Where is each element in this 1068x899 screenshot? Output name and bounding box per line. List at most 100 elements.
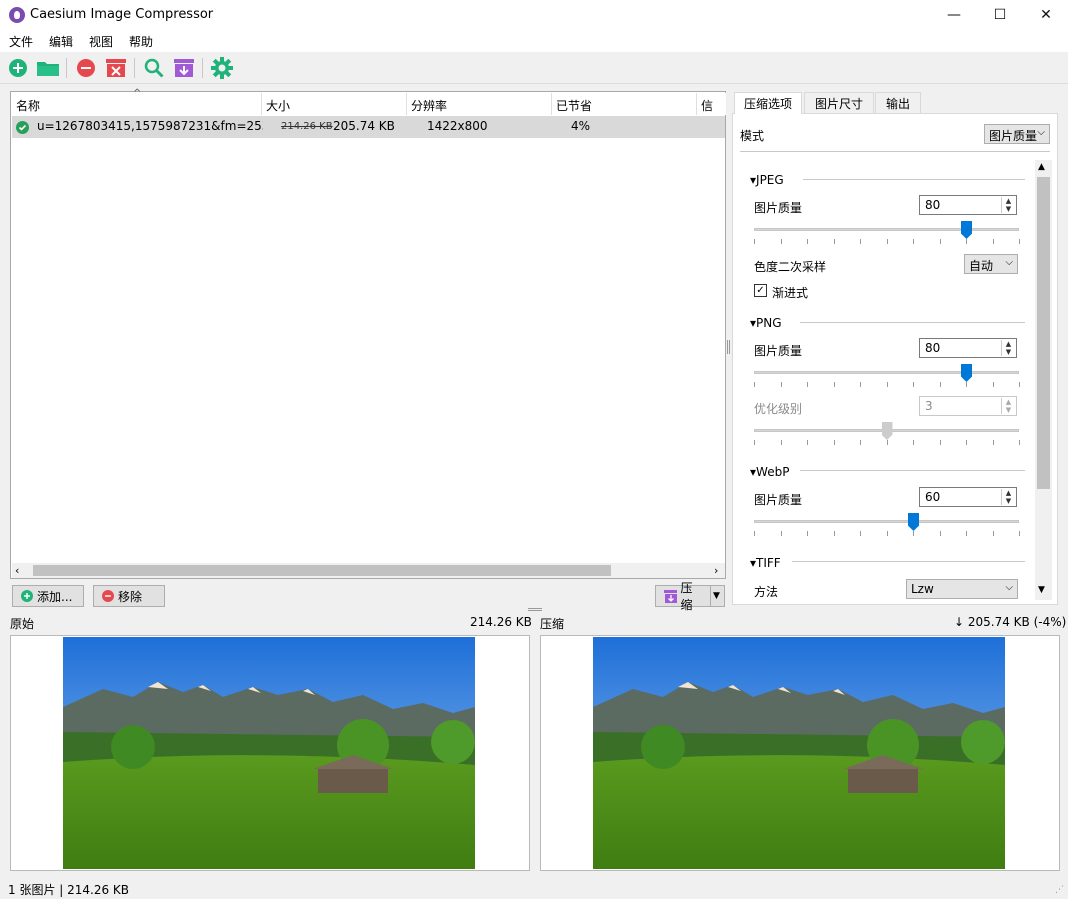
jpeg-quality-slider[interactable]	[754, 228, 1019, 231]
toolbar-separator	[134, 58, 135, 78]
column-header-saved[interactable]: 已节省	[552, 93, 697, 115]
scroll-right-icon[interactable]: ›	[714, 564, 718, 577]
spinner-arrows-icon[interactable]: ▲ ▼	[1001, 398, 1015, 414]
png-quality-spinbox[interactable]: 80 ▲ ▼	[919, 338, 1017, 358]
splitter-handle[interactable]	[528, 608, 542, 611]
success-check-icon	[16, 121, 29, 134]
spinner-arrows-icon[interactable]: ▲ ▼	[1001, 197, 1015, 213]
chroma-subsampling-value: 自动	[969, 259, 994, 273]
add-folder-icon[interactable]	[36, 56, 60, 80]
section-divider	[800, 470, 1025, 471]
original-image-preview[interactable]	[10, 635, 530, 871]
scroll-left-icon[interactable]: ‹	[15, 564, 19, 577]
clear-list-icon[interactable]	[104, 56, 128, 80]
search-icon[interactable]	[142, 56, 166, 80]
slider-tick	[1019, 382, 1020, 387]
slider-tick	[913, 440, 914, 445]
webp-quality-label: 图片质量	[754, 493, 803, 507]
compress-icon[interactable]	[172, 56, 196, 80]
toolbar-separator	[66, 58, 67, 78]
slider-tick	[966, 531, 967, 536]
chevron-down-icon: ⌵	[1037, 127, 1045, 138]
slider-tick	[886, 382, 888, 387]
tiff-method-value: Lzw	[911, 582, 934, 596]
minimize-button[interactable]: —	[931, 0, 977, 30]
slider-tick	[807, 440, 808, 445]
slider-tick	[992, 382, 994, 387]
remove-button[interactable]: 移除	[93, 585, 165, 607]
remove-icon	[102, 590, 114, 602]
webp-quality-slider[interactable]	[754, 520, 1019, 523]
optimization-level-value: 3	[925, 399, 933, 413]
menu-help[interactable]: 帮助	[129, 33, 153, 50]
window-title: Caesium Image Compressor	[30, 7, 214, 22]
slider-tick	[807, 382, 808, 387]
webp-quality-spinbox[interactable]: 60 ▲ ▼	[919, 487, 1017, 507]
slider-tick	[754, 440, 755, 445]
compressed-landscape-image	[593, 637, 1005, 869]
menu-view[interactable]: 视图	[89, 33, 113, 50]
menu-edit[interactable]: 编辑	[49, 33, 73, 50]
resize-grip-icon[interactable]: ⋰	[1055, 885, 1064, 895]
chroma-subsampling-select[interactable]: 自动 ⌵	[964, 254, 1018, 274]
compress-dropdown-button[interactable]: ▼	[710, 585, 725, 607]
menu-file[interactable]: 文件	[9, 33, 33, 50]
tab-output[interactable]: 输出	[875, 92, 921, 114]
slider-tick	[833, 440, 835, 445]
file-list-table[interactable]: ^ 名称 大小 分辨率 已节省 信息 u=1267803415,15759872…	[10, 88, 726, 579]
close-button[interactable]: ✕	[1023, 0, 1068, 30]
column-header-size[interactable]: 大小	[262, 93, 407, 115]
slider-tick	[1019, 531, 1020, 536]
slider-ticks	[754, 382, 1020, 388]
status-bar	[0, 877, 1068, 899]
progressive-checkbox[interactable]: ✓	[754, 284, 767, 297]
column-header-name[interactable]: 名称	[12, 93, 262, 115]
mode-select[interactable]: 图片质量 ⌵	[984, 124, 1050, 144]
resolution-cell: 1422x800	[427, 119, 488, 133]
section-divider	[792, 561, 1025, 562]
slider-tick	[913, 239, 914, 244]
jpeg-quality-value: 80	[925, 198, 941, 212]
chevron-down-icon: ⌵	[1005, 257, 1013, 268]
compressed-image-preview[interactable]	[540, 635, 1060, 871]
add-button-label: 添加...	[37, 589, 73, 604]
tab-image-size[interactable]: 图片尺寸	[804, 92, 874, 114]
tiff-section-title[interactable]: ▾TIFF	[750, 556, 781, 570]
spinner-arrows-icon[interactable]: ▲ ▼	[1001, 340, 1015, 356]
slider-tick	[860, 239, 861, 244]
settings-gear-icon[interactable]	[210, 56, 234, 80]
slider-tick	[780, 440, 782, 445]
tiff-method-label: 方法	[754, 585, 779, 599]
maximize-button[interactable]: ☐	[977, 0, 1023, 30]
column-header-info[interactable]: 信息	[697, 93, 726, 115]
webp-section-title[interactable]: ▾WebP	[750, 465, 789, 479]
slider-ticks	[754, 440, 1020, 446]
scroll-up-icon[interactable]: ▲	[1038, 162, 1045, 172]
jpeg-quality-spinbox[interactable]: 80 ▲ ▼	[919, 195, 1017, 215]
column-header-resolution[interactable]: 分辨率	[407, 93, 552, 115]
app-logo-icon	[9, 7, 25, 23]
add-files-icon[interactable]	[6, 56, 30, 80]
section-divider	[800, 322, 1025, 323]
original-landscape-image	[63, 637, 475, 869]
file-name-cell: u=1267803415,1575987231&fm=253&	[37, 119, 263, 133]
tiff-method-select[interactable]: Lzw ⌵	[906, 579, 1018, 599]
slider-tick	[860, 531, 861, 536]
png-section-title[interactable]: ▾PNG	[750, 316, 782, 330]
slider-ticks	[754, 239, 1020, 245]
jpeg-section-title[interactable]: ▾JPEG	[750, 173, 784, 187]
slider-tick	[1019, 440, 1020, 445]
compress-button[interactable]: 压缩	[655, 581, 711, 612]
options-vertical-scroll-thumb[interactable]	[1037, 177, 1050, 489]
optimization-level-spinbox[interactable]: 3 ▲ ▼	[919, 396, 1017, 416]
remove-icon[interactable]	[74, 56, 98, 80]
scroll-down-icon[interactable]: ▼	[1038, 585, 1045, 595]
png-quality-slider[interactable]	[754, 371, 1019, 374]
splitter-handle[interactable]	[727, 340, 730, 354]
add-button[interactable]: 添加...	[12, 585, 84, 607]
tab-compression-options[interactable]: 压缩选项	[734, 92, 802, 114]
spinner-arrows-icon[interactable]: ▲ ▼	[1001, 489, 1015, 505]
horizontal-scroll-thumb[interactable]	[33, 565, 611, 576]
progressive-label: 渐进式	[772, 286, 809, 300]
compress-button-label: 压缩	[680, 581, 693, 612]
